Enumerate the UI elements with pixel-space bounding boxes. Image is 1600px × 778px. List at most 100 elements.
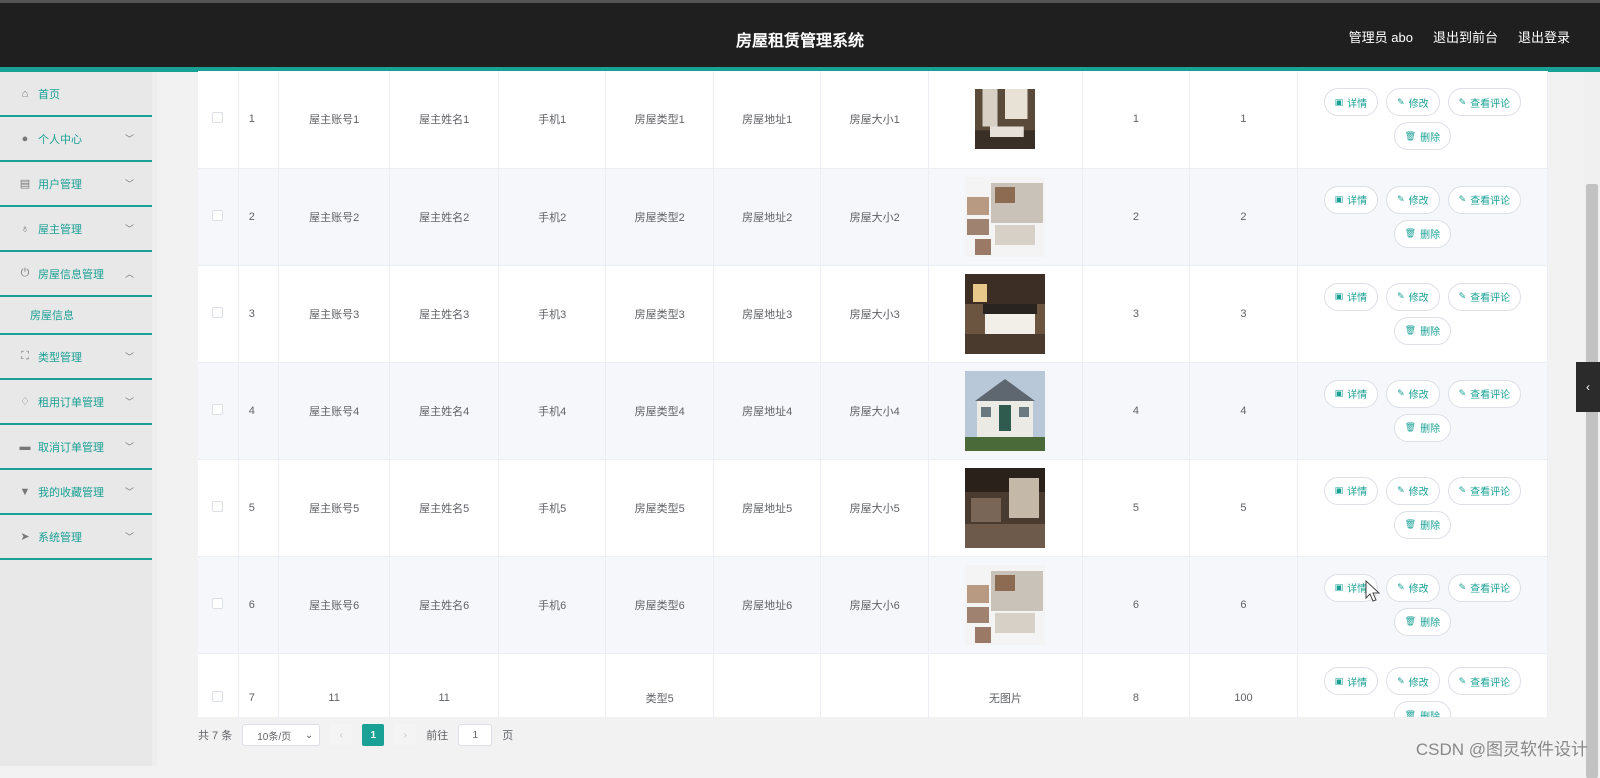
table-row[interactable]: 1 屋主账号1 屋主姓名1 手机1 房屋类型1 房屋地址1 房屋大小1 1 1 — [198, 71, 1548, 168]
chevron-down-icon: ﹀ — [125, 350, 134, 363]
room-photo-collage — [965, 565, 1045, 645]
cell-account: 屋主账号3 — [278, 265, 390, 362]
pagination: 共 7 条 10条/页 ⌄ ‹ 1 › 前往 页 — [198, 722, 513, 748]
cell-size: 房屋大小4 — [821, 362, 929, 459]
row-checkbox[interactable] — [212, 307, 223, 318]
sidebar-item-system[interactable]: ➤ 系统管理 ﹀ — [0, 515, 152, 560]
sidebar-item-users[interactable]: ▤ 用户管理 ﹀ — [0, 162, 152, 207]
table-row[interactable]: 7 11 11 类型5 无图片 8 100 ▣详情 ✎修改 ✎查看评论 — [198, 653, 1548, 717]
row-checkbox[interactable] — [212, 112, 223, 123]
sidebar-item-label: 首页 — [38, 86, 60, 102]
comments-button[interactable]: ✎查看评论 — [1448, 574, 1522, 602]
delete-button[interactable]: 🗑删除 — [1394, 414, 1451, 442]
comments-button[interactable]: ✎查看评论 — [1448, 667, 1522, 695]
row-checkbox[interactable] — [212, 210, 223, 221]
detail-button[interactable]: ▣详情 — [1324, 283, 1379, 311]
cell-no: 6 — [238, 556, 278, 653]
scrollbar-thumb[interactable] — [1586, 184, 1598, 778]
edit-button[interactable]: ✎修改 — [1386, 88, 1440, 116]
page-number-current[interactable]: 1 — [362, 724, 384, 746]
bulb-icon: ♢ — [18, 395, 32, 409]
user-icon: ● — [18, 132, 32, 146]
trash-icon: 🗑 — [1405, 325, 1416, 336]
chevron-down-icon: ⌄ — [305, 730, 313, 741]
cell-phone: 手机1 — [498, 71, 606, 168]
top-header: 房屋租赁管理系统 管理员 abo 退出到前台 退出登录 — [0, 0, 1600, 72]
sidebar-item-house-info[interactable]: ⏻ 房屋信息管理 ︿ — [0, 252, 152, 297]
delete-button[interactable]: 🗑删除 — [1394, 122, 1451, 150]
cell-phone: 手机6 — [498, 556, 606, 653]
comments-button[interactable]: ✎查看评论 — [1448, 88, 1522, 116]
detail-button[interactable]: ▣详情 — [1324, 380, 1379, 408]
cell-name: 屋主姓名5 — [390, 459, 499, 556]
cell-size: 房屋大小1 — [821, 71, 929, 168]
sidebar-item-types[interactable]: ⛶ 类型管理 ﹀ — [0, 335, 152, 380]
delete-button[interactable]: 🗑删除 — [1394, 220, 1451, 248]
cell-image — [928, 71, 1082, 168]
to-front-link[interactable]: 退出到前台 — [1433, 27, 1498, 46]
chevron-down-icon: ﹀ — [125, 222, 134, 235]
edit-button[interactable]: ✎修改 — [1386, 186, 1440, 214]
edit-button[interactable]: ✎修改 — [1386, 380, 1440, 408]
row-checkbox[interactable] — [212, 404, 223, 415]
comments-button[interactable]: ✎查看评论 — [1448, 283, 1522, 311]
chevron-down-icon: ﹀ — [125, 177, 134, 190]
comments-button[interactable]: ✎查看评论 — [1448, 477, 1522, 505]
side-drawer-toggle[interactable]: ‹ — [1576, 362, 1600, 412]
watermark-text: CSDN @图灵软件设计 — [1416, 735, 1588, 760]
vertical-scrollbar[interactable] — [1584, 72, 1600, 766]
sidebar-item-profile[interactable]: ● 个人中心 ﹀ — [0, 117, 152, 162]
row-checkbox[interactable] — [212, 598, 223, 609]
cell-no: 1 — [238, 71, 278, 168]
edit-button[interactable]: ✎修改 — [1386, 667, 1440, 695]
cell-account: 屋主账号6 — [278, 556, 390, 653]
delete-button[interactable]: 🗑删除 — [1394, 511, 1451, 539]
table-row[interactable]: 2 屋主账号2 屋主姓名2 手机2 房屋类型2 房屋地址2 房屋大小2 2 2 — [198, 168, 1548, 265]
prev-page-button[interactable]: ‹ — [330, 724, 352, 746]
edit-button[interactable]: ✎修改 — [1386, 477, 1440, 505]
next-page-button[interactable]: › — [394, 724, 416, 746]
sidebar-item-favorites[interactable]: ▼ 我的收藏管理 ﹀ — [0, 470, 152, 515]
sidebar-subitem-house-info[interactable]: 房屋信息 — [0, 297, 152, 335]
cell-image — [928, 168, 1082, 265]
cell-phone: 手机5 — [498, 459, 606, 556]
comments-button[interactable]: ✎查看评论 — [1448, 380, 1522, 408]
comments-button[interactable]: ✎查看评论 — [1448, 186, 1522, 214]
detail-button[interactable]: ▣详情 — [1324, 477, 1379, 505]
page-size-select[interactable]: 10条/页 ⌄ — [242, 724, 320, 746]
pencil-icon: ✎ — [1397, 291, 1405, 302]
cell-account: 11 — [278, 653, 390, 717]
detail-button[interactable]: ▣详情 — [1324, 88, 1379, 116]
delete-button[interactable]: 🗑删除 — [1394, 608, 1451, 636]
detail-button[interactable]: ▣详情 — [1324, 667, 1379, 695]
cell-address: 房屋地址3 — [713, 265, 821, 362]
cell-count-2: 5 — [1190, 459, 1298, 556]
room-photo-suite — [965, 468, 1045, 548]
sidebar-item-cancel-orders[interactable]: ▬ 取消订单管理 ﹀ — [0, 425, 152, 470]
admin-label[interactable]: 管理员 abo — [1349, 27, 1413, 46]
main-content: 1 屋主账号1 屋主姓名1 手机1 房屋类型1 房屋地址1 房屋大小1 1 1 — [162, 72, 1582, 766]
row-checkbox[interactable] — [212, 501, 223, 512]
detail-button[interactable]: ▣详情 — [1324, 186, 1379, 214]
table-row[interactable]: 4 屋主账号4 屋主姓名4 手机4 房屋类型4 房屋地址4 房屋大小4 4 4 — [198, 362, 1548, 459]
total-count: 共 7 条 — [198, 727, 232, 743]
table-row[interactable]: 5 屋主账号5 屋主姓名5 手机5 房屋类型5 房屋地址5 房屋大小5 5 5 — [198, 459, 1548, 556]
delete-button[interactable]: 🗑删除 — [1394, 701, 1451, 717]
table-row[interactable]: 3 屋主账号3 屋主姓名3 手机3 房屋类型3 房屋地址3 房屋大小3 3 3 — [198, 265, 1548, 362]
goto-page-input[interactable] — [458, 724, 492, 746]
logout-link[interactable]: 退出登录 — [1518, 27, 1570, 46]
cell-count-1: 6 — [1082, 556, 1190, 653]
edit-button[interactable]: ✎修改 — [1386, 283, 1440, 311]
mic-icon: ♁ — [18, 222, 32, 236]
edit-button[interactable]: ✎修改 — [1386, 574, 1440, 602]
delete-button[interactable]: 🗑删除 — [1394, 317, 1451, 345]
sidebar-item-rent-orders[interactable]: ♢ 租用订单管理 ﹀ — [0, 380, 152, 425]
header-actions: 管理员 abo 退出到前台 退出登录 — [1349, 27, 1570, 46]
pencil-icon: ✎ — [1397, 485, 1405, 496]
sidebar-item-owners[interactable]: ♁ 屋主管理 ﹀ — [0, 207, 152, 252]
cell-type: 房屋类型1 — [606, 71, 714, 168]
row-checkbox[interactable] — [212, 691, 223, 702]
sidebar-item-home[interactable]: ⌂ 首页 — [0, 72, 152, 117]
table-row[interactable]: 6 屋主账号6 屋主姓名6 手机6 房屋类型6 房屋地址6 房屋大小6 6 6 — [198, 556, 1548, 653]
pencil-icon: ✎ — [1397, 582, 1405, 593]
